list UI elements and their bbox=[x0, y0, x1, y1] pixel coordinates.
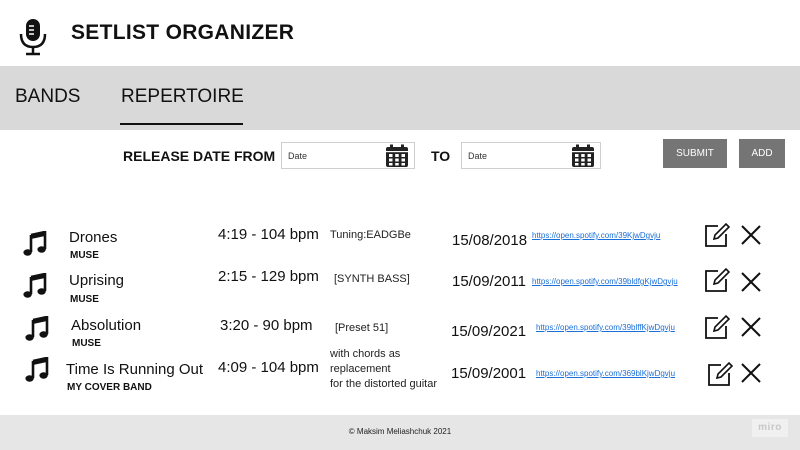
band-name: MUSE bbox=[70, 294, 99, 305]
edit-icon[interactable] bbox=[704, 222, 730, 248]
release-date: 15/08/2018 bbox=[452, 232, 528, 249]
spotify-link[interactable]: https://open.spotify.com/369blKjwDgvju bbox=[536, 369, 675, 378]
release-date: 15/09/2001 bbox=[451, 365, 527, 382]
music-note-icon bbox=[25, 357, 49, 382]
microphone-icon bbox=[19, 19, 47, 56]
song-note: with chords as bbox=[330, 348, 401, 360]
song-title: Drones bbox=[69, 229, 118, 246]
active-tab-indicator bbox=[120, 123, 243, 125]
date-from-field[interactable] bbox=[281, 142, 415, 169]
date-to-field[interactable] bbox=[461, 142, 601, 169]
music-note-icon bbox=[23, 273, 47, 298]
song-row: Uprising MUSE 2:15 - 129 bpm [SYNTH BASS… bbox=[0, 266, 800, 310]
song-note: replacement bbox=[330, 363, 391, 375]
song-title: Uprising bbox=[69, 272, 125, 289]
song-title: Absolution bbox=[71, 317, 142, 334]
close-icon[interactable] bbox=[740, 362, 762, 384]
tab-bands[interactable]: BANDS bbox=[15, 86, 80, 108]
close-icon[interactable] bbox=[740, 316, 762, 338]
add-button[interactable]: ADD bbox=[739, 139, 785, 168]
song-note: [SYNTH BASS] bbox=[334, 273, 410, 285]
song-duration-bpm: 3:20 - 90 bpm bbox=[220, 317, 313, 334]
spotify-link[interactable]: https://open.spotify.com/39bldfgKjwDgvju bbox=[532, 277, 678, 286]
song-note: Tuning:EADGBe bbox=[330, 229, 411, 241]
miro-watermark: miro bbox=[752, 419, 788, 437]
edit-icon[interactable] bbox=[707, 361, 733, 387]
music-note-icon bbox=[25, 316, 49, 341]
release-date-to-label: TO bbox=[431, 148, 451, 164]
submit-button[interactable]: SUBMIT bbox=[663, 139, 727, 168]
song-duration-bpm: 2:15 - 129 bpm bbox=[218, 268, 319, 285]
release-date: 15/09/2021 bbox=[451, 323, 527, 340]
spotify-link[interactable]: https://open.spotify.com/39blffKjwDgvju bbox=[536, 323, 675, 332]
release-date: 15/09/2011 bbox=[452, 273, 526, 290]
edit-icon[interactable] bbox=[704, 267, 730, 293]
app-title: SETLIST ORGANIZER bbox=[71, 21, 295, 44]
song-note: [Preset 51] bbox=[335, 322, 389, 334]
music-note-icon bbox=[23, 231, 47, 256]
close-icon[interactable] bbox=[740, 224, 762, 246]
band-name: MUSE bbox=[70, 250, 99, 261]
release-date-from-label: RELEASE DATE FROM bbox=[123, 148, 276, 164]
tab-bar: BANDS REPERTOIRE bbox=[0, 66, 800, 130]
song-title: Time Is Running Out bbox=[66, 361, 203, 378]
app-header: SETLIST ORGANIZER bbox=[0, 0, 800, 66]
edit-icon[interactable] bbox=[704, 314, 730, 340]
calendar-icon[interactable] bbox=[571, 144, 595, 168]
copyright-text: © Maksim Meliashchuk 2021 bbox=[348, 427, 452, 436]
song-duration-bpm: 4:19 - 104 bpm bbox=[218, 226, 319, 243]
spotify-link[interactable]: https://open.spotify.com/39KjwDgvju bbox=[532, 231, 660, 240]
song-note: for the distorted guitar bbox=[330, 378, 438, 390]
close-icon[interactable] bbox=[740, 271, 762, 293]
song-duration-bpm: 4:09 - 104 bpm bbox=[218, 359, 319, 376]
calendar-icon[interactable] bbox=[385, 144, 409, 168]
song-row: Time Is Running Out MY COVER BAND 4:09 -… bbox=[0, 345, 800, 395]
footer: © Maksim Meliashchuk 2021 bbox=[0, 415, 800, 450]
song-row: Drones MUSE 4:19 - 104 bpm Tuning:EADGBe… bbox=[0, 222, 800, 266]
band-name: MY COVER BAND bbox=[67, 382, 152, 393]
tab-repertoire[interactable]: REPERTOIRE bbox=[121, 86, 244, 108]
